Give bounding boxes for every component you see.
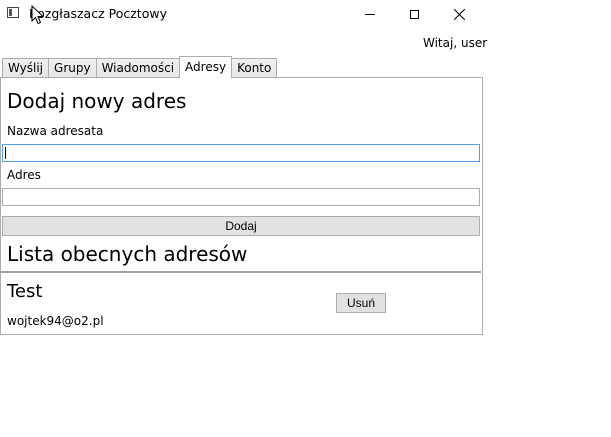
remove-button[interactable]: Usuń [336,293,386,313]
close-icon [454,8,466,20]
minimize-button[interactable] [347,0,393,28]
welcome-text: Witaj, user [423,36,488,50]
text-caret [5,147,6,159]
add-button[interactable]: Dodaj [2,216,480,236]
tab-account[interactable]: Konto [231,58,278,78]
mouse-cursor-icon [31,5,45,25]
window-title: Rozgłaszacz Pocztowy [29,6,167,21]
tab-content-panel [0,77,483,335]
tab-groups[interactable]: Grupy [48,58,97,78]
address-list-heading: Lista obecnych adresów [7,242,248,266]
tab-send[interactable]: Wyślij [2,58,50,78]
entry-name: Test [7,281,43,302]
tab-addresses[interactable]: Adresy [179,56,233,78]
app-icon [7,7,19,18]
tab-messages[interactable]: Wiadomości [95,58,181,78]
maximize-button[interactable] [391,0,437,28]
address-input[interactable] [2,188,480,206]
app-window: Rozgłaszacz Pocztowy Witaj, user Wyślij … [0,0,611,437]
close-button[interactable] [437,0,483,28]
add-address-heading: Dodaj nowy adres [7,89,187,113]
address-label: Adres [7,168,41,182]
maximize-icon [409,9,419,19]
list-divider [0,271,481,273]
tab-bar: Wyślij Grupy Wiadomości Adresy Konto [2,56,278,78]
minimize-icon [365,13,375,15]
title-bar[interactable]: Rozgłaszacz Pocztowy [0,0,483,28]
recipient-name-label: Nazwa adresata [7,124,104,138]
entry-email: wojtek94@o2.pl [7,314,104,328]
recipient-name-input[interactable] [2,144,480,162]
